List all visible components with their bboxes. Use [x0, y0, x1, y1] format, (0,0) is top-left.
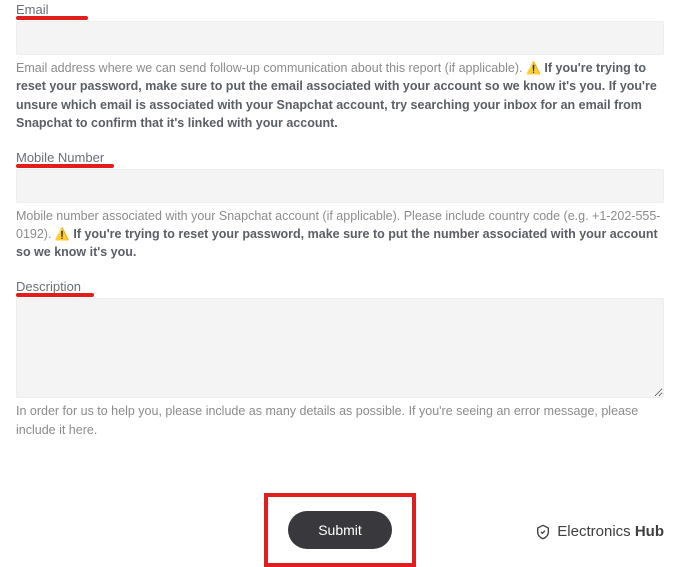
brand-text-hub: Hub	[635, 523, 664, 540]
description-helptext: In order for us to help you, please incl…	[16, 402, 664, 438]
description-field-group: Description In order for us to help you,…	[16, 279, 664, 438]
description-textarea[interactable]	[16, 298, 664, 398]
email-label: Email	[16, 2, 49, 17]
email-input[interactable]	[16, 21, 664, 55]
annotation-underline	[16, 16, 88, 20]
mobile-helptext: Mobile number associated with your Snapc…	[16, 207, 664, 262]
submit-button[interactable]: Submit	[288, 511, 392, 549]
description-label-text: Description	[16, 279, 81, 294]
warning-icon: ⚠️	[55, 227, 70, 241]
mobile-help-bold: If you're trying to reset your password,…	[16, 227, 658, 259]
email-field-group: Email Email address where we can send fo…	[16, 2, 664, 132]
mobile-label-text: Mobile Number	[16, 150, 104, 165]
mobile-label: Mobile Number	[16, 150, 104, 165]
brand-text-electronics: Electronics	[557, 523, 635, 540]
annotation-underline	[16, 293, 94, 297]
mobile-input[interactable]	[16, 169, 664, 203]
warning-icon: ⚠️	[526, 61, 541, 75]
mobile-field-group: Mobile Number Mobile number associated w…	[16, 150, 664, 262]
description-help-plain: In order for us to help you, please incl…	[16, 404, 638, 436]
shield-icon	[535, 524, 551, 540]
annotation-box: Submit	[264, 493, 416, 567]
email-helptext: Email address where we can send follow-u…	[16, 59, 664, 132]
email-help-plain: Email address where we can send follow-u…	[16, 61, 526, 75]
brand-watermark: Electronics Hub	[535, 523, 664, 540]
annotation-underline	[16, 164, 114, 168]
description-label: Description	[16, 279, 81, 294]
email-label-text: Email	[16, 2, 49, 17]
